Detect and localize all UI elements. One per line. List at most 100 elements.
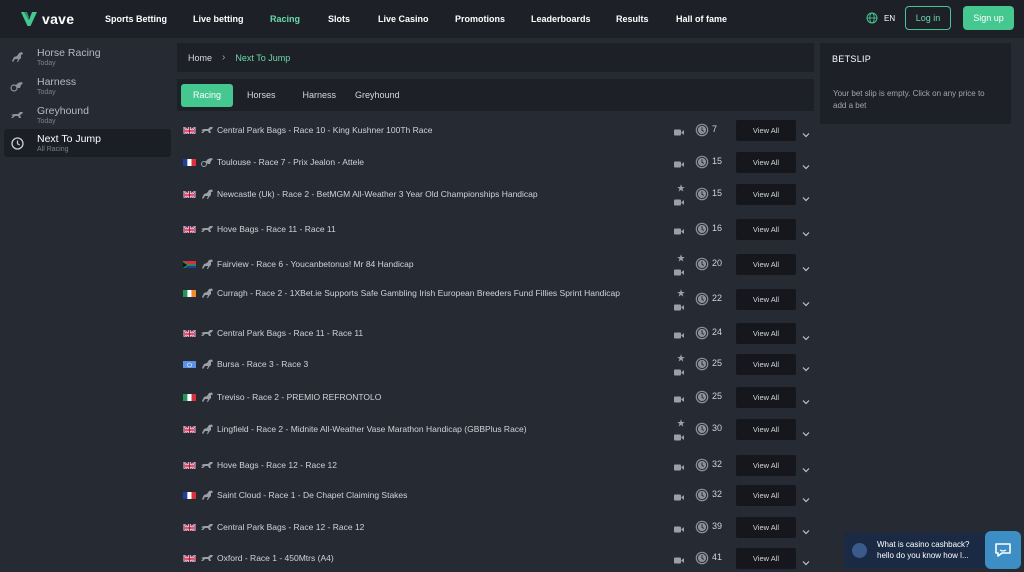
nav-slots[interactable]: Slots <box>328 0 378 38</box>
sidebar-item-subtitle: Today <box>37 117 56 125</box>
chevron-down-icon[interactable] <box>802 332 810 341</box>
chevron-down-icon[interactable] <box>802 263 810 272</box>
view-all-button[interactable]: View All <box>736 418 796 440</box>
sidebar-item-horse-racing[interactable]: Horse Racing Today <box>4 43 171 71</box>
race-name-link[interactable]: Hove Bags - Race 12 - Race 12 <box>217 459 337 471</box>
chevron-down-icon[interactable] <box>802 363 810 372</box>
live-stream-camera-icon[interactable] <box>674 462 684 470</box>
live-stream-camera-icon[interactable] <box>674 367 684 376</box>
live-stream-camera-icon[interactable] <box>674 267 684 276</box>
view-all-button[interactable]: View All <box>736 151 796 173</box>
flag-un-icon <box>183 360 196 368</box>
minutes-to-jump: 22 <box>712 293 723 303</box>
view-all-button[interactable]: View All <box>736 218 796 240</box>
race-name-link[interactable]: Oxford - Race 1 - 450Mtrs (A4) <box>217 552 334 564</box>
flag-gb-icon <box>183 554 196 562</box>
view-all-button[interactable]: View All <box>736 484 796 506</box>
chevron-down-icon[interactable] <box>802 428 810 437</box>
race-name-link[interactable]: Newcastle (Uk) - Race 2 - BetMGM All-Wea… <box>217 188 538 200</box>
chevron-down-icon[interactable] <box>802 557 810 566</box>
nav-hall-of-fame[interactable]: Hall of fame <box>676 0 756 38</box>
live-stream-camera-icon[interactable] <box>674 330 684 338</box>
race-name-link[interactable]: Central Park Bags - Race 11 - Race 11 <box>217 327 363 339</box>
view-all-button[interactable]: View All <box>736 119 796 141</box>
view-all-button[interactable]: View All <box>736 386 796 408</box>
race-name-link[interactable]: Treviso - Race 2 - PREMIO REFRONTOLO <box>217 391 381 403</box>
nav-live-casino[interactable]: Live Casino <box>378 0 455 38</box>
nav-live-betting[interactable]: Live betting <box>193 0 270 38</box>
featured-star-icon <box>677 419 685 427</box>
view-all-button[interactable]: View All <box>736 353 796 375</box>
race-name-link[interactable]: Curragh - Race 2 - 1XBet.ie Supports Saf… <box>200 287 640 299</box>
horse-icon <box>10 50 24 64</box>
sidebar-item-harness[interactable]: Harness Today <box>4 72 171 100</box>
view-all-button[interactable]: View All <box>736 183 796 205</box>
sidebar-item-next-to-jump[interactable]: Next To Jump All Racing <box>4 129 171 157</box>
login-button[interactable]: Log in <box>905 6 951 30</box>
race-name-link[interactable]: Toulouse - Race 7 - Prix Jealon - Attele <box>217 156 364 168</box>
chevron-down-icon[interactable] <box>802 129 810 138</box>
betslip-title: BETSLIP <box>832 54 872 64</box>
language-selector[interactable]: EN <box>866 12 895 24</box>
live-stream-camera-icon[interactable] <box>674 197 684 206</box>
chevron-down-icon[interactable] <box>802 464 810 473</box>
chevron-down-icon[interactable] <box>802 193 810 202</box>
chevron-down-icon[interactable] <box>802 161 810 170</box>
minutes-to-jump: 16 <box>712 223 723 233</box>
race-name-link[interactable]: Saint Cloud - Race 1 - De Chapet Claimin… <box>217 489 407 501</box>
view-all-button[interactable]: View All <box>736 454 796 476</box>
live-stream-camera-icon[interactable] <box>674 394 684 402</box>
horse-icon <box>200 259 214 269</box>
live-stream-camera-icon[interactable] <box>674 432 684 441</box>
chat-preview[interactable]: What is casino cashback? hello do you kn… <box>844 533 985 568</box>
nav-leaderboards[interactable]: Leaderboards <box>531 0 616 38</box>
live-stream-camera-icon[interactable] <box>674 159 684 167</box>
tab-greyhound[interactable]: Greyhound <box>343 84 412 107</box>
sidebar-item-greyhound[interactable]: Greyhound Today <box>4 101 171 129</box>
live-stream-camera-icon[interactable] <box>674 492 684 500</box>
race-name-link[interactable]: Central Park Bags - Race 10 - King Kushn… <box>217 124 432 136</box>
tab-harness[interactable]: Harness <box>291 84 349 107</box>
chevron-down-icon[interactable] <box>802 228 810 237</box>
live-stream-camera-icon[interactable] <box>674 302 684 311</box>
nav-sports-betting[interactable]: Sports Betting <box>105 0 193 38</box>
featured-star-icon <box>677 254 685 262</box>
countdown-clock-icon <box>695 520 709 534</box>
tab-horses[interactable]: Horses <box>235 84 288 107</box>
breadcrumb-home-link[interactable]: Home <box>188 53 212 63</box>
signup-button[interactable]: Sign up <box>963 6 1014 30</box>
live-stream-camera-icon[interactable] <box>674 127 684 135</box>
view-all-button[interactable]: View All <box>736 322 796 344</box>
live-stream-camera-icon[interactable] <box>674 524 684 532</box>
view-all-button[interactable]: View All <box>736 253 796 275</box>
clock-icon <box>10 136 24 150</box>
nav-promotions[interactable]: Promotions <box>455 0 531 38</box>
chevron-down-icon[interactable] <box>802 298 810 307</box>
minutes-to-jump: 20 <box>712 258 723 268</box>
harness-icon <box>200 157 214 167</box>
brand-name: vave <box>42 11 75 27</box>
countdown-clock-icon <box>695 326 709 340</box>
nav-results[interactable]: Results <box>616 0 676 38</box>
tab-racing[interactable]: Racing <box>181 83 234 107</box>
race-name-link[interactable]: Fairview - Race 6 - Youcanbetonus! Mr 84… <box>217 258 414 270</box>
breadcrumb: Home › Next To Jump <box>177 43 814 72</box>
view-all-button[interactable]: View All <box>736 547 796 569</box>
race-name-link[interactable]: Bursa - Race 3 - Race 3 <box>217 358 308 370</box>
greyhound-icon <box>200 522 214 532</box>
view-all-button[interactable]: View All <box>736 288 796 310</box>
chevron-down-icon[interactable] <box>802 526 810 535</box>
flag-gb-icon <box>183 225 196 233</box>
chat-bubble-icon <box>995 543 1011 557</box>
view-all-button[interactable]: View All <box>736 516 796 538</box>
race-name-link[interactable]: Lingfield - Race 2 - Midnite All-Weather… <box>217 423 527 435</box>
live-stream-camera-icon[interactable] <box>674 226 684 234</box>
race-name-link[interactable]: Hove Bags - Race 11 - Race 11 <box>217 223 336 235</box>
chat-launcher-button[interactable] <box>985 531 1021 569</box>
nav-racing[interactable]: Racing <box>270 0 328 38</box>
vave-logo[interactable]: vave <box>20 0 95 38</box>
chevron-down-icon[interactable] <box>802 396 810 405</box>
chevron-down-icon[interactable] <box>802 494 810 503</box>
race-name-link[interactable]: Central Park Bags - Race 12 - Race 12 <box>217 521 364 533</box>
live-stream-camera-icon[interactable] <box>674 555 684 563</box>
